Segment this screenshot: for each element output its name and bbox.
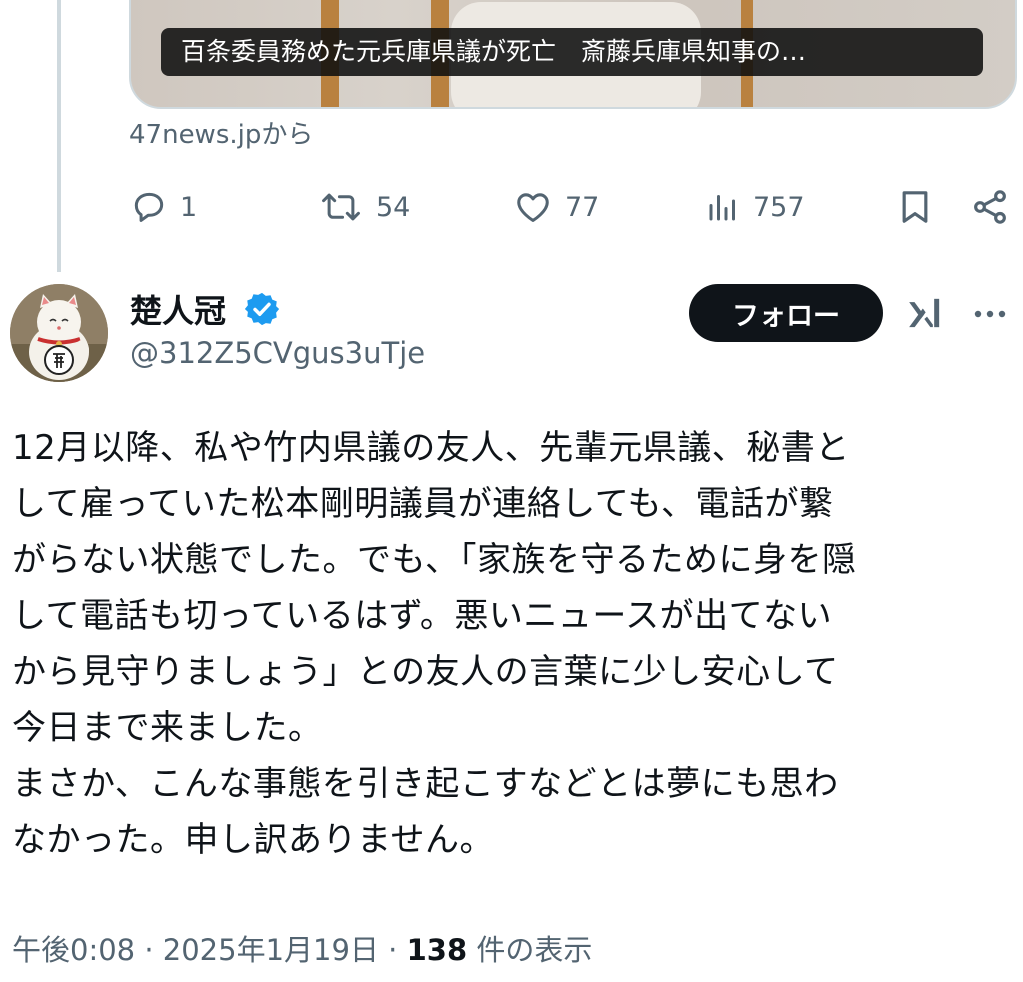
share-icon	[970, 187, 1010, 227]
reply-count: 1	[180, 191, 198, 223]
link-card-source[interactable]: 47news.jpから	[129, 114, 313, 151]
repost-icon	[318, 188, 364, 226]
link-card[interactable]: 百条委員務めた元兵庫県議が死亡 斎藤兵庫県知事の…	[129, 0, 1017, 109]
avatar[interactable]	[10, 284, 108, 382]
views-icon	[705, 188, 741, 226]
author-handle[interactable]: @312Z5CVgus3uTje	[130, 336, 425, 370]
follow-button[interactable]: フォロー	[689, 284, 883, 342]
views-button[interactable]: 757	[705, 184, 805, 230]
like-button[interactable]: 77	[513, 184, 599, 230]
more-icon[interactable]	[972, 300, 1008, 332]
maneki-neko-avatar-image	[10, 284, 108, 382]
verified-badge-icon	[243, 290, 281, 332]
action-bar: 1 54 77 757	[0, 184, 1023, 230]
share-button[interactable]	[970, 184, 1010, 230]
author-name[interactable]: 楚人冠	[130, 286, 226, 332]
bookmark-button[interactable]	[895, 184, 935, 230]
tweet-text: 12月以降、私や竹内県議の友人、先輩元県議、秘書と して雇っていた松本剛明議員が…	[12, 428, 857, 860]
heart-icon	[513, 188, 553, 226]
reply-icon	[130, 188, 168, 226]
views-count: 757	[753, 191, 805, 223]
reply-button[interactable]: 1	[130, 184, 197, 230]
repost-count: 54	[376, 191, 411, 223]
grok-icon[interactable]	[905, 293, 945, 337]
thread-connector-line	[57, 0, 61, 272]
tweet-timestamp[interactable]: 午後0:08 · 2025年1月19日 ·	[12, 933, 407, 967]
link-card-headline: 百条委員務めた元兵庫県議が死亡 斎藤兵庫県知事の…	[161, 28, 983, 76]
repost-button[interactable]: 54	[318, 184, 410, 230]
tweet-views-label: 件の表示	[467, 933, 593, 967]
bookmark-icon	[895, 187, 935, 227]
tweet-views-count: 138	[406, 933, 468, 967]
like-count: 77	[565, 191, 600, 223]
tweet-meta: 午後0:08 · 2025年1月19日 · 138 件の表示	[12, 927, 592, 969]
